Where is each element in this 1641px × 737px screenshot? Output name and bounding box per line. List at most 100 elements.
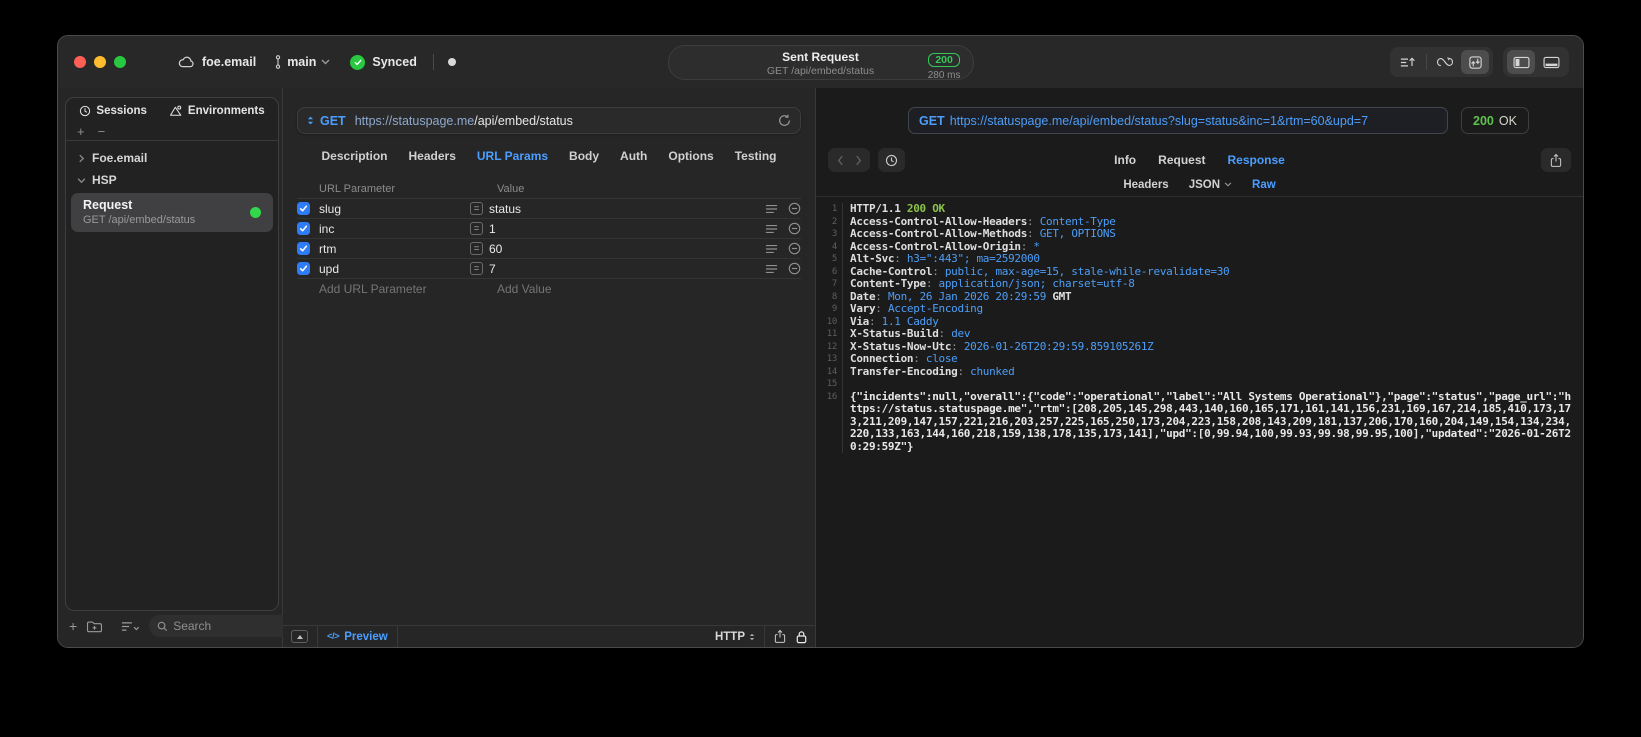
param-row[interactable]: rtm = 60 [297, 239, 801, 259]
request-item-subtitle: GET /api/embed/status [83, 214, 196, 226]
collapse-editor-icon[interactable] [291, 630, 308, 643]
tab-json[interactable]: JSON [1189, 179, 1232, 191]
toggle-bottom-panel-icon[interactable] [1537, 50, 1565, 74]
line-number: 4 [816, 240, 843, 253]
titlebar: foe.email main Synced Sent Request GET /… [58, 36, 1583, 88]
footer-divider [764, 625, 765, 647]
row-options-icon[interactable] [765, 224, 778, 234]
tab-label: Auth [620, 149, 648, 163]
row-options-icon[interactable] [765, 244, 778, 254]
line-number: 11 [816, 328, 843, 341]
request-url-domain[interactable]: https://statuspage.me [355, 114, 475, 128]
tab-response[interactable]: Response [1227, 153, 1284, 167]
close-button[interactable] [74, 56, 86, 68]
tree-group-hsp[interactable]: HSP [69, 169, 275, 191]
request-url-bar[interactable]: GET https://statuspage.me /api/embed/sta… [297, 107, 801, 134]
line-number: 10 [816, 315, 843, 328]
tab-url-params[interactable]: URL Params [477, 149, 548, 165]
response-status-box: 200 OK [1461, 107, 1529, 134]
remove-row-icon[interactable] [788, 242, 801, 255]
export-response-icon[interactable] [1541, 148, 1571, 172]
param-name[interactable]: slug [319, 202, 470, 216]
remove-row-icon[interactable] [788, 262, 801, 275]
sync-status-label: Synced [372, 55, 417, 69]
tab-label: Headers [1123, 178, 1169, 191]
response-status-code: 200 [1473, 113, 1494, 128]
row-options-icon[interactable] [765, 264, 778, 274]
forward-icon[interactable] [849, 155, 867, 166]
param-value[interactable]: 60 [489, 242, 502, 256]
new-folder-icon[interactable] [86, 620, 103, 633]
preview-button[interactable]: Preview [344, 631, 387, 643]
add-value[interactable]: Add Value [497, 282, 552, 296]
param-row[interactable]: upd = 7 [297, 259, 801, 279]
tab-testing[interactable]: Testing [735, 149, 777, 165]
param-name[interactable]: inc [319, 222, 470, 236]
branch-name: main [287, 55, 317, 69]
chevron-down-icon [321, 59, 330, 65]
add-url-parameter[interactable]: Add URL Parameter [319, 282, 479, 296]
tab-auth[interactable]: Auth [620, 149, 647, 165]
send-receive-icon[interactable] [1461, 50, 1489, 74]
row-options-icon[interactable] [765, 204, 778, 214]
request-method[interactable]: GET [320, 114, 346, 128]
project-menu[interactable]: foe.email [178, 55, 256, 69]
history-clock-icon[interactable] [878, 148, 905, 172]
param-enabled-checkbox[interactable] [297, 242, 310, 255]
back-icon[interactable] [831, 155, 849, 166]
method-dropdown-icon[interactable] [307, 115, 314, 126]
protocol-selector[interactable]: HTTP [715, 631, 755, 643]
param-row[interactable]: inc = 1 [297, 219, 801, 239]
request-summary-pill[interactable]: Sent Request GET /api/embed/status 200 2… [667, 45, 974, 81]
share-icon[interactable] [774, 629, 786, 644]
tab-raw[interactable]: Raw [1252, 179, 1276, 191]
tab-label: JSON [1188, 178, 1221, 191]
tab-description[interactable]: Description [322, 149, 388, 165]
sidebar-request-item[interactable]: Request GET /api/embed/status [71, 193, 273, 232]
remove-session-button[interactable]: − [98, 125, 106, 138]
param-enabled-checkbox[interactable] [297, 222, 310, 235]
request-url-path[interactable]: /api/embed/status [474, 114, 573, 128]
sync-status[interactable]: Synced [350, 54, 417, 70]
tab-request[interactable]: Request [1158, 153, 1205, 167]
minimize-button[interactable] [94, 56, 106, 68]
params-header: URL Parameter Value [297, 179, 801, 199]
branch-menu[interactable]: main [274, 55, 330, 69]
chevron-down-icon [1224, 182, 1232, 187]
synced-check-icon [350, 54, 366, 70]
tab-body[interactable]: Body [569, 149, 599, 165]
add-request-button[interactable]: + [69, 619, 77, 633]
param-value[interactable]: status [489, 202, 521, 216]
tab-headers[interactable]: Headers [1123, 179, 1168, 191]
tree-group-foe-email[interactable]: Foe.email [69, 147, 275, 169]
zoom-button[interactable] [114, 56, 126, 68]
tab-environments[interactable]: Environments [169, 105, 265, 117]
remove-row-icon[interactable] [788, 202, 801, 215]
tab-sessions[interactable]: Sessions [79, 105, 147, 117]
param-enabled-checkbox[interactable] [297, 262, 310, 275]
param-value[interactable]: 1 [489, 222, 496, 236]
param-enabled-checkbox[interactable] [297, 202, 310, 215]
param-name[interactable]: rtm [319, 242, 470, 256]
add-session-button[interactable]: + [77, 125, 85, 138]
param-row[interactable]: slug = status [297, 199, 801, 219]
sort-options-icon[interactable] [121, 621, 140, 632]
response-url-box[interactable]: GET https://statuspage.me/api/embed/stat… [908, 107, 1448, 134]
remove-row-icon[interactable] [788, 222, 801, 235]
lock-icon[interactable] [796, 630, 807, 644]
add-param-row[interactable]: Add URL Parameter Add Value [297, 279, 801, 299]
line-number: 16 [816, 390, 843, 453]
toggle-sidebar-icon[interactable] [1507, 50, 1535, 74]
request-footer: </> Preview HTTP [283, 625, 815, 647]
param-value[interactable]: 7 [489, 262, 496, 276]
response-request-method: GET [919, 113, 945, 128]
equals-icon: = [470, 262, 483, 275]
param-name[interactable]: upd [319, 262, 470, 276]
footer-divider [317, 625, 318, 647]
tab-options[interactable]: Options [668, 149, 713, 165]
lasso-requests-icon[interactable] [1431, 50, 1459, 74]
tab-headers[interactable]: Headers [409, 149, 456, 165]
tab-info[interactable]: Info [1114, 153, 1136, 167]
import-export-icon[interactable] [1394, 50, 1422, 74]
resend-icon[interactable] [778, 114, 791, 127]
